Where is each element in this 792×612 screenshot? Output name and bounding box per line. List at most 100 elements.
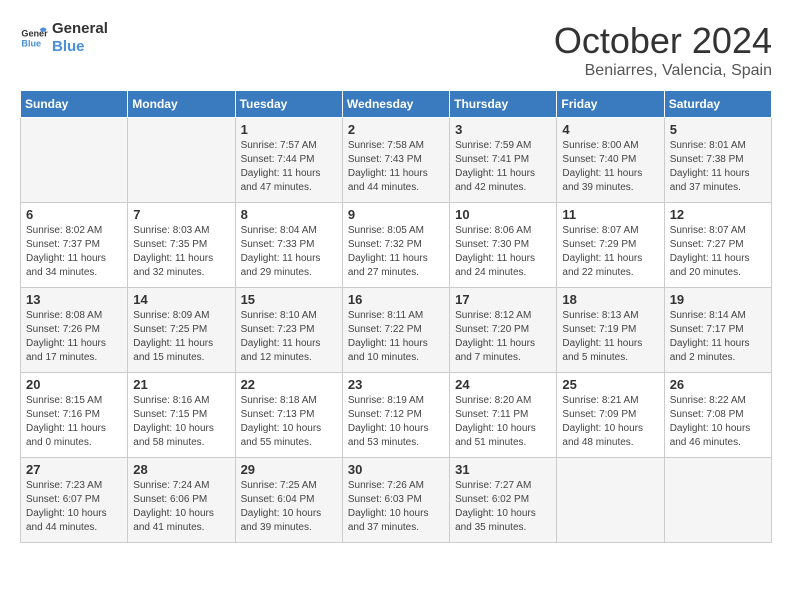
logo-line1: General — [52, 20, 108, 38]
day-number: 31 — [455, 462, 551, 477]
page-header: General Blue General Blue October 2024 B… — [20, 20, 772, 80]
calendar-cell: 30 Sunrise: 7:26 AM Sunset: 6:03 PM Dayli… — [342, 458, 449, 543]
day-info: Sunrise: 8:04 AM Sunset: 7:33 PM Dayligh… — [241, 224, 337, 280]
calendar-cell: 14 Sunrise: 8:09 AM Sunset: 7:25 PM Dayli… — [128, 288, 235, 373]
day-number: 8 — [241, 207, 337, 222]
day-number: 20 — [26, 377, 122, 392]
header-day-saturday: Saturday — [664, 91, 771, 118]
day-number: 23 — [348, 377, 444, 392]
calendar-cell: 2 Sunrise: 7:58 AM Sunset: 7:43 PM Daylig… — [342, 118, 449, 203]
day-info: Sunrise: 7:24 AM Sunset: 6:06 PM Dayligh… — [133, 479, 229, 535]
day-number: 4 — [562, 122, 658, 137]
calendar-cell: 28 Sunrise: 7:24 AM Sunset: 6:06 PM Dayli… — [128, 458, 235, 543]
day-number: 3 — [455, 122, 551, 137]
calendar-table: SundayMondayTuesdayWednesdayThursdayFrid… — [20, 90, 772, 543]
calendar-cell: 13Sunrise: 8:08 AM Sunset: 7:26 PM Dayli… — [21, 288, 128, 373]
day-number: 21 — [133, 377, 229, 392]
day-number: 5 — [670, 122, 766, 137]
day-info: Sunrise: 8:08 AM Sunset: 7:26 PM Dayligh… — [26, 309, 122, 365]
day-info: Sunrise: 7:27 AM Sunset: 6:02 PM Dayligh… — [455, 479, 551, 535]
calendar-cell: 8 Sunrise: 8:04 AM Sunset: 7:33 PM Daylig… — [235, 203, 342, 288]
month-title: October 2024 — [554, 20, 772, 62]
calendar-cell: 1Sunrise: 7:57 AM Sunset: 7:44 PM Daylig… — [235, 118, 342, 203]
header-day-tuesday: Tuesday — [235, 91, 342, 118]
day-info: Sunrise: 8:22 AM Sunset: 7:08 PM Dayligh… — [670, 394, 766, 450]
day-number: 29 — [241, 462, 337, 477]
calendar-cell: 9 Sunrise: 8:05 AM Sunset: 7:32 PM Daylig… — [342, 203, 449, 288]
day-number: 12 — [670, 207, 766, 222]
day-number: 26 — [670, 377, 766, 392]
day-info: Sunrise: 7:59 AM Sunset: 7:41 PM Dayligh… — [455, 139, 551, 195]
day-number: 14 — [133, 292, 229, 307]
day-info: Sunrise: 8:01 AM Sunset: 7:38 PM Dayligh… — [670, 139, 766, 195]
day-info: Sunrise: 8:20 AM Sunset: 7:11 PM Dayligh… — [455, 394, 551, 450]
day-number: 10 — [455, 207, 551, 222]
calendar-cell: 7Sunrise: 8:03 AM Sunset: 7:35 PM Daylig… — [128, 203, 235, 288]
location-subtitle: Beniarres, Valencia, Spain — [554, 62, 772, 80]
calendar-cell — [557, 458, 664, 543]
day-number: 6 — [26, 207, 122, 222]
day-number: 28 — [133, 462, 229, 477]
day-number: 9 — [348, 207, 444, 222]
day-number: 2 — [348, 122, 444, 137]
calendar-body: 1Sunrise: 7:57 AM Sunset: 7:44 PM Daylig… — [21, 118, 772, 543]
day-info: Sunrise: 8:11 AM Sunset: 7:22 PM Dayligh… — [348, 309, 444, 365]
title-block: October 2024 Beniarres, Valencia, Spain — [554, 20, 772, 80]
calendar-cell — [664, 458, 771, 543]
calendar-cell: 5 Sunrise: 8:01 AM Sunset: 7:38 PM Daylig… — [664, 118, 771, 203]
day-info: Sunrise: 8:13 AM Sunset: 7:19 PM Dayligh… — [562, 309, 658, 365]
day-number: 30 — [348, 462, 444, 477]
day-number: 24 — [455, 377, 551, 392]
svg-text:Blue: Blue — [21, 38, 41, 48]
calendar-cell: 25 Sunrise: 8:21 AM Sunset: 7:09 PM Dayli… — [557, 373, 664, 458]
day-info: Sunrise: 8:21 AM Sunset: 7:09 PM Dayligh… — [562, 394, 658, 450]
calendar-cell: 15 Sunrise: 8:10 AM Sunset: 7:23 PM Dayli… — [235, 288, 342, 373]
calendar-cell: 19 Sunrise: 8:14 AM Sunset: 7:17 PM Dayli… — [664, 288, 771, 373]
calendar-cell: 20Sunrise: 8:15 AM Sunset: 7:16 PM Dayli… — [21, 373, 128, 458]
day-info: Sunrise: 7:26 AM Sunset: 6:03 PM Dayligh… — [348, 479, 444, 535]
day-info: Sunrise: 8:00 AM Sunset: 7:40 PM Dayligh… — [562, 139, 658, 195]
day-number: 19 — [670, 292, 766, 307]
calendar-cell — [128, 118, 235, 203]
day-info: Sunrise: 7:25 AM Sunset: 6:04 PM Dayligh… — [241, 479, 337, 535]
week-row-1: 1Sunrise: 7:57 AM Sunset: 7:44 PM Daylig… — [21, 118, 772, 203]
day-info: Sunrise: 8:09 AM Sunset: 7:25 PM Dayligh… — [133, 309, 229, 365]
day-number: 22 — [241, 377, 337, 392]
week-row-4: 20Sunrise: 8:15 AM Sunset: 7:16 PM Dayli… — [21, 373, 772, 458]
calendar-cell: 3 Sunrise: 7:59 AM Sunset: 7:41 PM Daylig… — [450, 118, 557, 203]
calendar-cell: 6 Sunrise: 8:02 AM Sunset: 7:37 PM Daylig… — [21, 203, 128, 288]
day-info: Sunrise: 8:07 AM Sunset: 7:29 PM Dayligh… — [562, 224, 658, 280]
header-day-friday: Friday — [557, 91, 664, 118]
day-number: 15 — [241, 292, 337, 307]
day-info: Sunrise: 8:05 AM Sunset: 7:32 PM Dayligh… — [348, 224, 444, 280]
week-row-2: 6 Sunrise: 8:02 AM Sunset: 7:37 PM Daylig… — [21, 203, 772, 288]
calendar-cell: 24 Sunrise: 8:20 AM Sunset: 7:11 PM Dayli… — [450, 373, 557, 458]
week-row-5: 27 Sunrise: 7:23 AM Sunset: 6:07 PM Dayli… — [21, 458, 772, 543]
day-number: 25 — [562, 377, 658, 392]
calendar-cell: 27 Sunrise: 7:23 AM Sunset: 6:07 PM Dayli… — [21, 458, 128, 543]
header-day-monday: Monday — [128, 91, 235, 118]
day-number: 27 — [26, 462, 122, 477]
calendar-cell — [21, 118, 128, 203]
day-info: Sunrise: 8:19 AM Sunset: 7:12 PM Dayligh… — [348, 394, 444, 450]
header-day-wednesday: Wednesday — [342, 91, 449, 118]
day-info: Sunrise: 8:07 AM Sunset: 7:27 PM Dayligh… — [670, 224, 766, 280]
day-number: 1 — [241, 122, 337, 137]
calendar-cell: 21 Sunrise: 8:16 AM Sunset: 7:15 PM Dayli… — [128, 373, 235, 458]
day-info: Sunrise: 8:14 AM Sunset: 7:17 PM Dayligh… — [670, 309, 766, 365]
calendar-cell: 11Sunrise: 8:07 AM Sunset: 7:29 PM Dayli… — [557, 203, 664, 288]
day-info: Sunrise: 8:06 AM Sunset: 7:30 PM Dayligh… — [455, 224, 551, 280]
day-info: Sunrise: 8:18 AM Sunset: 7:13 PM Dayligh… — [241, 394, 337, 450]
calendar-cell: 29 Sunrise: 7:25 AM Sunset: 6:04 PM Dayli… — [235, 458, 342, 543]
calendar-cell: 22 Sunrise: 8:18 AM Sunset: 7:13 PM Dayli… — [235, 373, 342, 458]
day-info: Sunrise: 8:16 AM Sunset: 7:15 PM Dayligh… — [133, 394, 229, 450]
calendar-cell: 18Sunrise: 8:13 AM Sunset: 7:19 PM Dayli… — [557, 288, 664, 373]
day-info: Sunrise: 8:12 AM Sunset: 7:20 PM Dayligh… — [455, 309, 551, 365]
day-info: Sunrise: 8:03 AM Sunset: 7:35 PM Dayligh… — [133, 224, 229, 280]
logo: General Blue General Blue — [20, 20, 108, 56]
day-number: 16 — [348, 292, 444, 307]
day-info: Sunrise: 8:02 AM Sunset: 7:37 PM Dayligh… — [26, 224, 122, 280]
day-info: Sunrise: 7:23 AM Sunset: 6:07 PM Dayligh… — [26, 479, 122, 535]
day-info: Sunrise: 7:58 AM Sunset: 7:43 PM Dayligh… — [348, 139, 444, 195]
day-info: Sunrise: 8:10 AM Sunset: 7:23 PM Dayligh… — [241, 309, 337, 365]
